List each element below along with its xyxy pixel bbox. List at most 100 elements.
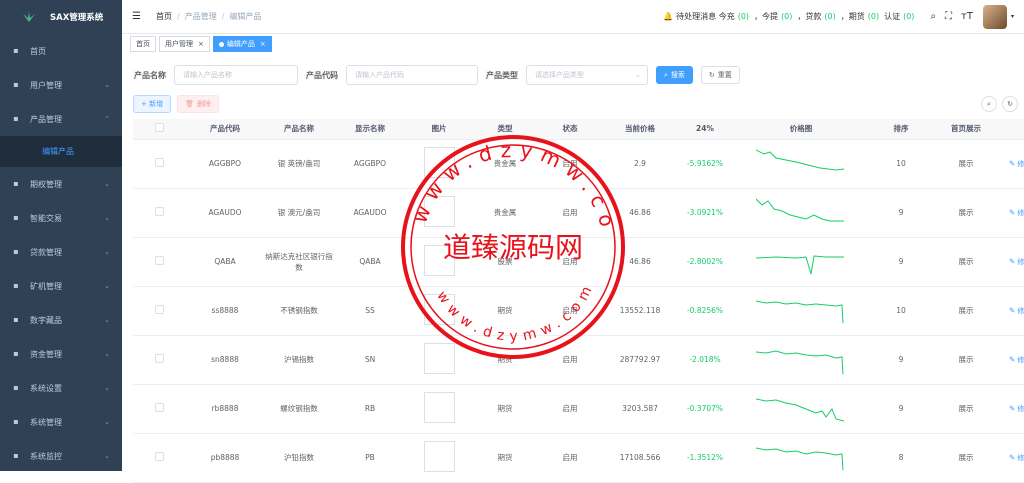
price-sparkline	[755, 254, 844, 274]
product-image[interactable]	[423, 441, 455, 472]
breadcrumb-product[interactable]: 产品管理	[185, 12, 217, 21]
edit-link[interactable]: 修改	[1017, 454, 1024, 462]
search-button[interactable]: ⌕ 搜索	[656, 66, 693, 84]
sparkline-cell	[731, 384, 871, 434]
display-cell: RB	[333, 384, 407, 434]
name-cell: 不锈钢指数	[265, 286, 333, 336]
row-checkbox[interactable]	[154, 305, 164, 314]
edit-link[interactable]: 修改	[1017, 405, 1024, 413]
tag-home[interactable]: 首页	[130, 36, 156, 52]
show-cell: 展示	[931, 286, 1001, 336]
product-image[interactable]	[423, 392, 455, 423]
withdraw-count[interactable]: (0)	[781, 12, 792, 21]
refresh-icon: ↻	[708, 71, 715, 79]
tag-edit-label: 编辑产品	[226, 40, 255, 48]
type-select[interactable]: 请选择产品类型 ⌄	[526, 65, 648, 85]
actions-cell: ✎修改🗑删除	[1001, 139, 1024, 189]
hamburger-icon[interactable]: ☰	[132, 11, 142, 22]
type-label: 产品类型	[486, 70, 518, 80]
recharge-count[interactable]: (0)	[738, 12, 749, 21]
code-cell: ss8888	[185, 286, 265, 336]
sidebar-item[interactable]: ▪ 矿机管理 ⌄	[0, 269, 122, 303]
sidebar-subitem-edit-product[interactable]: 编辑产品	[0, 136, 122, 167]
change-cell: -1.3512%	[679, 433, 731, 483]
sort-cell: 8	[871, 433, 931, 483]
sidebar-item[interactable]: ▪ 系统监控 ⌄	[0, 439, 122, 473]
edit-link[interactable]: 修改	[1017, 160, 1024, 168]
edit-link[interactable]: 修改	[1017, 307, 1024, 315]
delete-button[interactable]: 🗑 删除	[177, 95, 219, 113]
breadcrumb-home[interactable]: 首页	[156, 12, 172, 21]
add-button[interactable]: + 新增	[133, 95, 172, 113]
code-input[interactable]: 请输入产品代码	[346, 65, 478, 85]
price-sparkline	[755, 349, 844, 374]
futures-count[interactable]: (0)	[868, 12, 879, 21]
product-image[interactable]	[423, 196, 455, 227]
product-image[interactable]	[423, 343, 455, 374]
avatar[interactable]	[982, 4, 1007, 29]
sidebar-item[interactable]: ▪ 资金管理 ⌄	[0, 337, 122, 371]
tag-edit-product[interactable]: 编辑产品 ×	[212, 36, 272, 52]
font-size-icon[interactable]: тT	[961, 11, 973, 22]
search-button-label: 搜索	[670, 71, 685, 79]
price-cell: 287792.97	[601, 335, 679, 385]
status-cell: 启用	[539, 433, 601, 483]
chevron-down-icon[interactable]: ▾	[1011, 13, 1014, 20]
row-checkbox[interactable]	[154, 207, 164, 216]
sidebar-item[interactable]: ▪ 系统管理 ⌄	[0, 405, 122, 439]
fullscreen-icon[interactable]: ⛶	[945, 11, 952, 22]
app-logo[interactable]: SAX管理系统	[0, 0, 122, 34]
search-toggle-icon[interactable]: ⌕	[981, 96, 997, 112]
edit-icon: ✎	[1009, 256, 1016, 266]
product-image[interactable]	[423, 245, 455, 276]
sort-cell: 9	[871, 237, 931, 287]
close-icon[interactable]: ×	[198, 40, 204, 48]
change-cell: -0.3707%	[679, 384, 731, 434]
row-checkbox[interactable]	[154, 403, 164, 412]
sidebar-item[interactable]: ▪ 产品管理 ⌃	[0, 102, 122, 136]
sidebar-item[interactable]: ▪ 首页	[0, 34, 122, 68]
pending-label: 待处理消息 今充	[676, 12, 735, 21]
close-icon[interactable]: ×	[260, 40, 266, 48]
display-cell: PB	[333, 433, 407, 483]
refresh-icon[interactable]: ↻	[1002, 96, 1018, 112]
image-cell	[407, 433, 471, 483]
sidebar-item[interactable]: ▪ 智能交易 ⌄	[0, 201, 122, 235]
edit-link[interactable]: 修改	[1017, 258, 1024, 266]
sidebar-item[interactable]: ▪ 数字藏品 ⌄	[0, 303, 122, 337]
type-cell: 贵金属	[471, 139, 539, 189]
product-image[interactable]	[423, 294, 455, 325]
sidebar-item[interactable]: ▪ 系统设置 ⌄	[0, 371, 122, 405]
chevron-up-icon: ⌃	[104, 115, 110, 123]
edit-link[interactable]: 修改	[1017, 356, 1024, 364]
reset-button[interactable]: ↻ 重置	[700, 66, 740, 84]
tag-user-manage[interactable]: 用户管理 ×	[159, 36, 210, 52]
name-input[interactable]: 请输入产品名称	[174, 65, 298, 85]
settings-icon: ▪	[13, 383, 19, 392]
sidebar-item-label: 贷款管理	[30, 247, 62, 257]
code-label: 产品代码	[306, 70, 338, 80]
status-cell: 启用	[539, 188, 601, 238]
row-checkbox[interactable]	[154, 158, 164, 167]
row-checkbox[interactable]	[154, 256, 164, 265]
sidebar-item[interactable]: ▪ 贷款管理 ⌄	[0, 235, 122, 269]
loan-count[interactable]: (0)	[824, 12, 835, 21]
sidebar-item[interactable]: ▪ 用户管理 ⌄	[0, 68, 122, 102]
select-all-checkbox[interactable]	[154, 123, 164, 133]
chevron-down-icon: ⌄	[104, 180, 110, 188]
image-cell	[407, 188, 471, 238]
edit-icon: ✎	[1009, 452, 1016, 462]
code-cell: QABA	[185, 237, 265, 287]
toolbar: + 新增 🗑 删除 ⌕ ↻	[133, 95, 1024, 113]
sidebar-item[interactable]: ▪ 期权管理 ⌄	[0, 167, 122, 201]
auth-count[interactable]: (0)	[903, 12, 914, 21]
column-header: 价格图	[731, 119, 871, 140]
sort-cell: 9	[871, 335, 931, 385]
row-checkbox[interactable]	[154, 452, 164, 461]
product-image[interactable]	[423, 147, 455, 178]
chevron-down-icon: ⌄	[104, 384, 110, 392]
row-checkbox[interactable]	[154, 354, 164, 363]
edit-link[interactable]: 修改	[1017, 209, 1024, 217]
edit-icon: ✎	[1009, 403, 1016, 413]
search-icon[interactable]: ⌕	[930, 11, 936, 22]
